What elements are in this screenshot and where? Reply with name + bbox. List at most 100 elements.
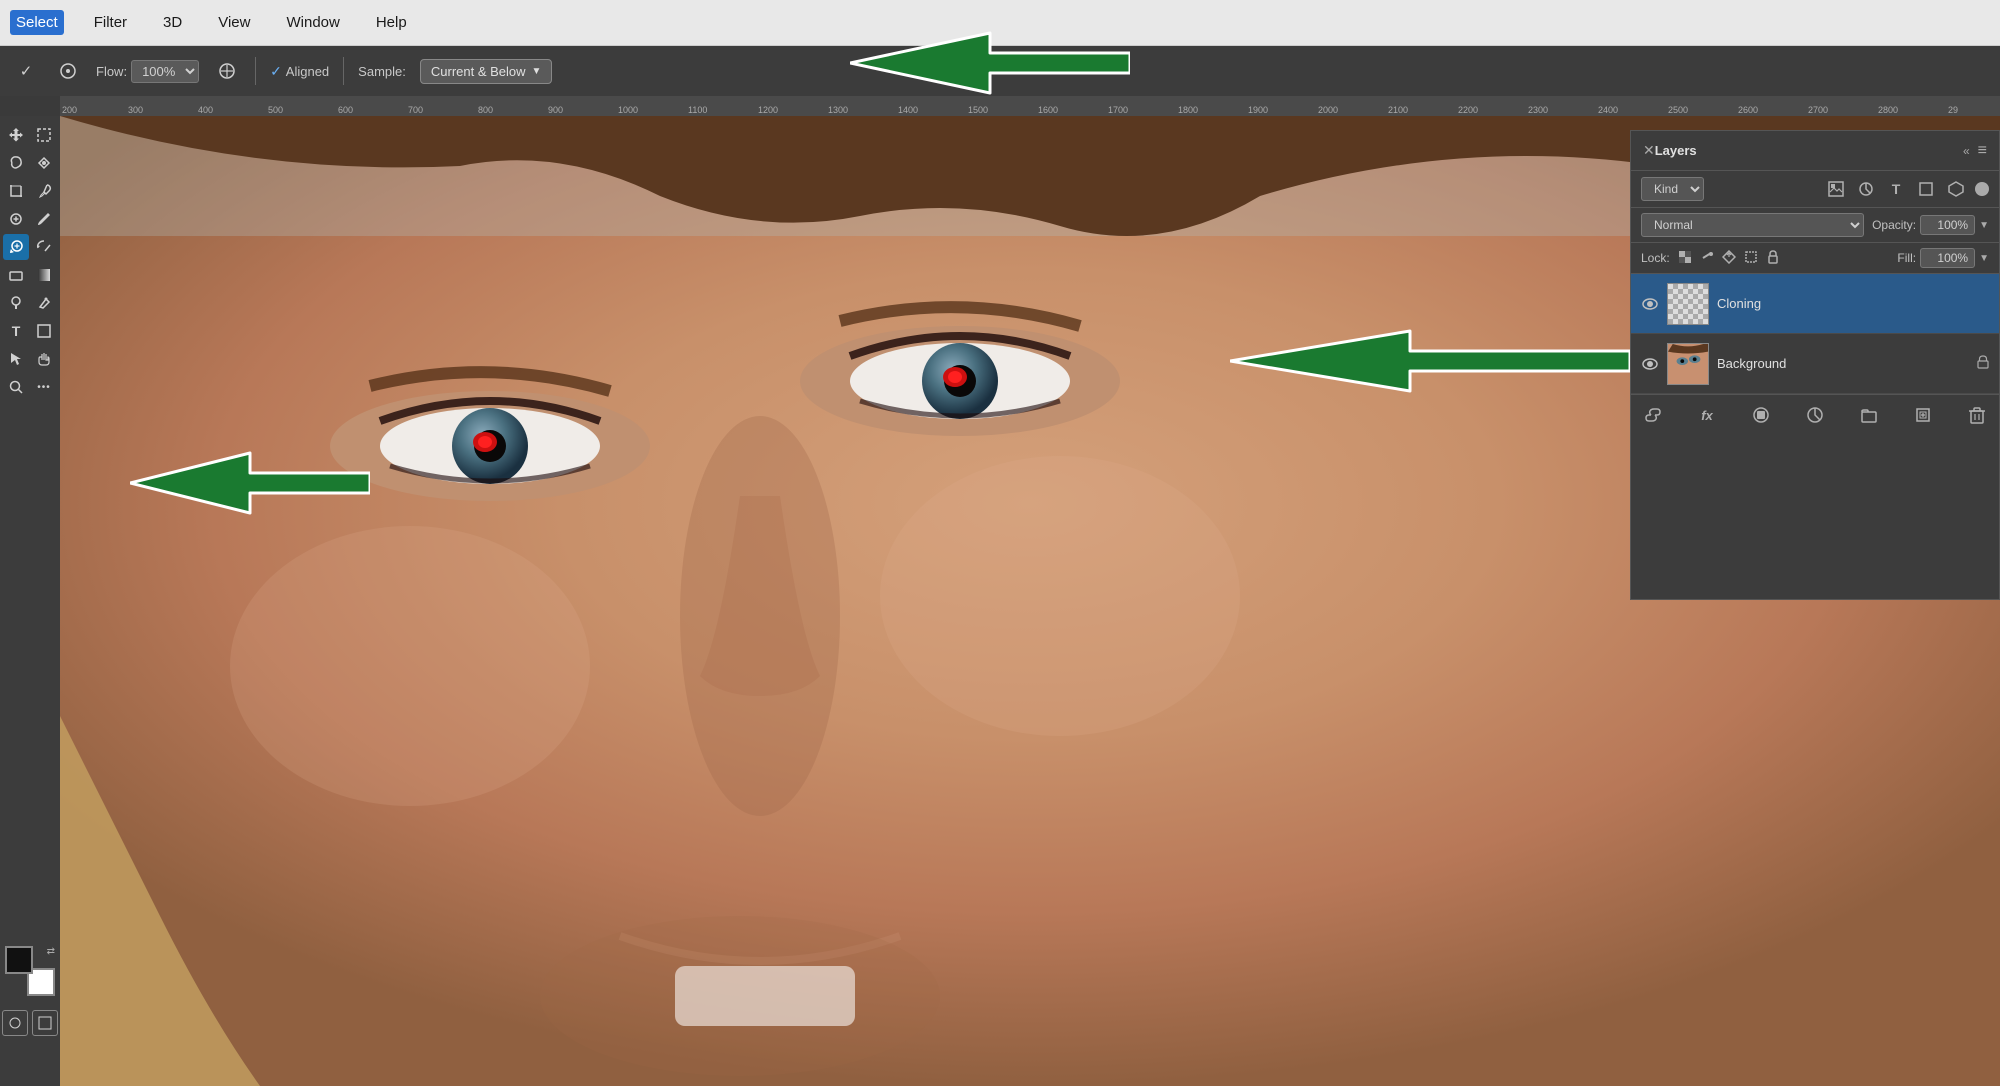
marquee-tool[interactable] — [31, 122, 57, 148]
layer-thumbnail-background — [1667, 343, 1709, 385]
layer-item-background[interactable]: Background — [1631, 334, 1999, 394]
layers-panel: ✕ Layers « ≡ Kind T — [1630, 130, 2000, 600]
horizontal-ruler: 200 300 400 500 600 700 800 900 1000 110… — [60, 96, 2000, 116]
crop-tool[interactable] — [3, 178, 29, 204]
commit-btn[interactable]: ✓ — [12, 57, 40, 85]
tool-row-1 — [0, 122, 60, 148]
aligned-check: ✓ Aligned — [270, 63, 329, 80]
brush-preset-btn[interactable] — [54, 57, 82, 85]
zoom-tool[interactable] — [3, 374, 29, 400]
link-layers-btn[interactable] — [1641, 403, 1665, 427]
lock-transparent-pixels-btn[interactable] — [1678, 250, 1692, 267]
kind-dropdown[interactable]: Kind — [1641, 177, 1704, 201]
clone-stamp-tool[interactable] — [3, 234, 29, 260]
quick-select-tool[interactable] — [31, 150, 57, 176]
layers-menu-icon[interactable]: ≡ — [1978, 142, 1987, 160]
move-tool[interactable] — [3, 122, 29, 148]
shape-tool[interactable] — [31, 318, 57, 344]
sample-dropdown[interactable]: Current & Below ▼ — [420, 59, 553, 84]
tool-row-3 — [0, 178, 60, 204]
screen-mode-btn[interactable] — [32, 1010, 58, 1036]
menu-window[interactable]: Window — [280, 10, 345, 35]
tool-row-2 — [0, 150, 60, 176]
sample-value: Current & Below — [431, 64, 526, 79]
add-layer-group-btn[interactable] — [1857, 403, 1881, 427]
hand-tool[interactable] — [31, 346, 57, 372]
more-tools-btn[interactable]: ••• — [31, 374, 57, 400]
lock-position-btn[interactable] — [1722, 250, 1736, 267]
menu-filter[interactable]: Filter — [88, 10, 133, 35]
swap-colors-icon[interactable]: ⇄ — [47, 946, 55, 957]
add-mask-btn[interactable] — [1749, 403, 1773, 427]
quick-mask-off-btn[interactable] — [2, 1010, 28, 1036]
lock-image-pixels-btn[interactable] — [1700, 250, 1714, 267]
layers-panel-header: ✕ Layers « ≡ — [1631, 131, 1999, 171]
history-brush-tool[interactable] — [31, 234, 57, 260]
brush-tool[interactable] — [31, 206, 57, 232]
tool-row-4 — [0, 206, 60, 232]
menu-select[interactable]: Select — [10, 10, 64, 35]
menu-help[interactable]: Help — [370, 10, 413, 35]
add-adjustment-layer-btn[interactable] — [1803, 403, 1827, 427]
options-toolbar: ✓ Flow: 100% ✓ Aligned Sample: Current &… — [0, 46, 2000, 96]
sample-chevron-icon: ▼ — [532, 66, 542, 77]
toolbar-divider-2 — [343, 57, 344, 85]
circle-filter-btn[interactable] — [1975, 182, 1989, 196]
kind-filter-icons: T — [1825, 178, 1989, 200]
layer-visibility-cloning[interactable] — [1641, 295, 1659, 313]
layer-name-cloning: Cloning — [1717, 296, 1989, 311]
flow-select[interactable]: 100% — [131, 60, 199, 83]
foreground-color-swatch[interactable] — [5, 946, 33, 974]
layer-lock-icon — [1977, 355, 1989, 372]
lock-label: Lock: — [1641, 251, 1670, 265]
eyedropper-tool[interactable] — [31, 178, 57, 204]
clone-source-btn[interactable] — [213, 57, 241, 85]
lock-artboard-btn[interactable] — [1744, 250, 1758, 267]
layer-visibility-background[interactable] — [1641, 355, 1659, 373]
lasso-tool[interactable] — [3, 150, 29, 176]
pen-tool[interactable] — [31, 290, 57, 316]
fill-dropdown-arrow[interactable]: ▼ — [1979, 253, 1989, 264]
flow-label: Flow: — [96, 64, 127, 79]
add-layer-style-btn[interactable]: fx — [1695, 403, 1719, 427]
tool-row-5 — [0, 234, 60, 260]
filter-pixel-layers-btn[interactable] — [1825, 178, 1847, 200]
ruler-inner: 200 300 400 500 600 700 800 900 1000 110… — [60, 96, 2000, 116]
delete-layer-btn[interactable] — [1965, 403, 1989, 427]
add-layer-btn[interactable] — [1911, 403, 1935, 427]
check-mark: ✓ — [270, 63, 282, 80]
toolbar-divider-1 — [255, 57, 256, 85]
tools-panel: T ••• ⇄ — [0, 116, 60, 1086]
lock-all-btn[interactable] — [1766, 250, 1780, 267]
layers-kind-row: Kind T — [1631, 171, 1999, 208]
layer-item-cloning[interactable]: Cloning — [1631, 274, 1999, 334]
dodge-tool[interactable] — [3, 290, 29, 316]
filter-shape-layers-btn[interactable] — [1915, 178, 1937, 200]
layers-collapse-icon[interactable]: « — [1963, 144, 1970, 158]
tool-row-6 — [0, 262, 60, 288]
opacity-dropdown-arrow[interactable]: ▼ — [1979, 220, 1989, 231]
type-tool[interactable]: T — [3, 318, 29, 344]
opacity-input[interactable] — [1920, 215, 1975, 235]
color-swatches: ⇄ — [5, 946, 55, 996]
layer-thumbnail-cloning — [1667, 283, 1709, 325]
tool-row-7 — [0, 290, 60, 316]
filter-adjustment-layers-btn[interactable] — [1855, 178, 1877, 200]
spot-heal-tool[interactable] — [3, 206, 29, 232]
layers-panel-close-btn[interactable]: ✕ — [1643, 142, 1655, 159]
eraser-tool[interactable] — [3, 262, 29, 288]
menu-3d[interactable]: 3D — [157, 10, 188, 35]
filter-smart-obj-btn[interactable] — [1945, 178, 1967, 200]
lock-icons — [1678, 250, 1780, 267]
tool-row-9 — [0, 346, 60, 372]
gradient-tool[interactable] — [31, 262, 57, 288]
path-select-tool[interactable] — [3, 346, 29, 372]
sample-label: Sample: — [358, 64, 406, 79]
filter-type-layers-btn[interactable]: T — [1885, 178, 1907, 200]
layers-list: Cloning Background — [1631, 274, 1999, 394]
layer-name-background: Background — [1717, 356, 1969, 371]
fill-input[interactable] — [1920, 248, 1975, 268]
opacity-label: Opacity: — [1872, 218, 1916, 232]
menu-view[interactable]: View — [212, 10, 256, 35]
blending-mode-dropdown[interactable]: Normal — [1641, 213, 1864, 237]
